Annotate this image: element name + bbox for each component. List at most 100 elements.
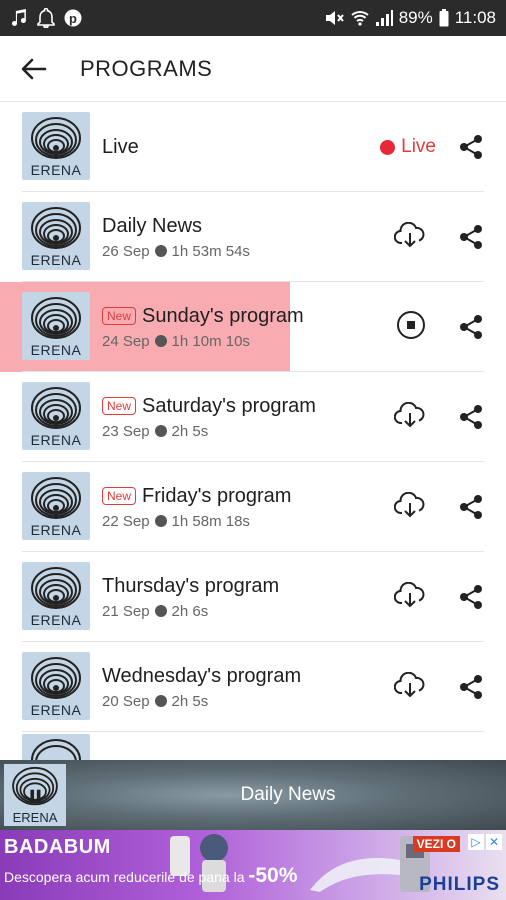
ad-banner[interactable]: BADABUM Descopera acum reducerile de pan… bbox=[0, 830, 506, 900]
share-icon bbox=[460, 675, 482, 699]
player-thumbnail[interactable]: ERENA bbox=[4, 764, 66, 826]
download-button[interactable] bbox=[393, 221, 426, 253]
radio-logo-icon bbox=[31, 657, 81, 699]
live-row[interactable]: ERENA Live Live bbox=[0, 102, 506, 192]
signal-icon bbox=[375, 9, 393, 27]
share-button[interactable] bbox=[454, 282, 488, 372]
download-button[interactable] bbox=[393, 491, 426, 523]
radio-logo-icon bbox=[31, 207, 81, 249]
program-title: Saturday's program bbox=[142, 394, 316, 417]
program-duration: 1h 53m 54s bbox=[171, 242, 250, 260]
pause-icon bbox=[30, 789, 35, 803]
program-thumbnail bbox=[22, 734, 90, 760]
list-item[interactable]: ERENA New Saturday's program 23 Sep 2h 5… bbox=[0, 372, 506, 462]
program-thumbnail: ERENA bbox=[22, 562, 90, 630]
share-icon bbox=[460, 405, 482, 429]
close-icon: ✕ bbox=[486, 834, 502, 850]
radio-logo-icon bbox=[31, 477, 81, 519]
download-button[interactable] bbox=[393, 401, 426, 433]
program-date: 21 Sep bbox=[102, 602, 150, 620]
pinterest-icon: p bbox=[64, 9, 82, 27]
share-icon bbox=[460, 225, 482, 249]
radio-logo-icon bbox=[12, 766, 58, 806]
list-item[interactable]: ERENA New Sunday's program 24 Sep 1h 10m… bbox=[0, 282, 506, 372]
battery-icon bbox=[439, 9, 449, 27]
back-button[interactable] bbox=[0, 36, 68, 102]
list-item[interactable]: ERENA Daily News 26 Sep 1h 53m 54s bbox=[0, 192, 506, 282]
stop-button[interactable] bbox=[396, 310, 426, 345]
share-button[interactable] bbox=[454, 192, 488, 282]
program-title: Thursday's program bbox=[102, 574, 280, 597]
share-icon bbox=[460, 315, 482, 339]
thumbnail-brand: ERENA bbox=[30, 432, 82, 448]
program-duration: 1h 10m 10s bbox=[171, 332, 250, 350]
share-icon bbox=[460, 135, 482, 159]
cloud-download-icon bbox=[393, 401, 425, 427]
radio-logo-icon bbox=[31, 297, 81, 339]
separator-dot bbox=[154, 425, 167, 437]
music-note-icon bbox=[12, 9, 28, 27]
ad-text: Descopera acum reducerile de pana la -50… bbox=[4, 864, 298, 887]
share-button[interactable] bbox=[454, 102, 488, 192]
program-thumbnail: ERENA bbox=[22, 382, 90, 450]
status-bar: p 89% 11:08 bbox=[0, 0, 506, 36]
list-item[interactable]: ERENA Wednesday's program 20 Sep 2h 5s bbox=[0, 642, 506, 732]
clock: 11:08 bbox=[454, 8, 496, 27]
separator-dot bbox=[154, 515, 167, 527]
share-icon bbox=[460, 585, 482, 609]
live-indicator: Live bbox=[380, 136, 436, 158]
thumbnail-brand: ERENA bbox=[30, 612, 82, 628]
arrow-left-icon bbox=[21, 58, 47, 79]
program-date: 20 Sep bbox=[102, 692, 150, 710]
download-button[interactable] bbox=[393, 671, 426, 703]
live-dot-icon bbox=[380, 139, 396, 155]
adchoices-icon: ▷ bbox=[468, 834, 484, 850]
program-title: Wednesday's program bbox=[102, 664, 302, 687]
cloud-download-icon bbox=[393, 221, 425, 247]
program-thumbnail: ERENA bbox=[22, 652, 90, 720]
mini-player[interactable]: ERENA Daily News bbox=[0, 760, 506, 830]
ad-brand: BADABUM bbox=[4, 836, 111, 858]
list-item-partial bbox=[0, 732, 506, 760]
thumbnail-brand: ERENA bbox=[30, 252, 82, 268]
radio-logo-icon bbox=[31, 387, 81, 429]
radio-logo-icon bbox=[31, 117, 81, 159]
program-date: 23 Sep bbox=[102, 422, 150, 440]
page-title: PROGRAMS bbox=[80, 55, 213, 81]
separator-dot bbox=[154, 605, 167, 617]
ad-cta[interactable]: VEZI O bbox=[412, 836, 460, 852]
list-item[interactable]: ERENA Thursday's program 21 Sep 2h 6s bbox=[0, 552, 506, 642]
thumbnail-brand: ERENA bbox=[30, 522, 82, 538]
share-icon bbox=[460, 495, 482, 519]
list-item[interactable]: ERENA New Friday's program 22 Sep 1h 58m… bbox=[0, 462, 506, 552]
mute-icon bbox=[325, 9, 345, 27]
cloud-download-icon bbox=[393, 491, 425, 517]
program-list[interactable]: ERENA Live Live ERENA Daily News 26 Sep … bbox=[0, 102, 506, 760]
wifi-icon bbox=[351, 9, 369, 27]
bell-icon bbox=[37, 8, 55, 28]
new-badge: New bbox=[102, 397, 137, 415]
share-button[interactable] bbox=[454, 552, 488, 642]
new-badge: New bbox=[102, 487, 137, 505]
ad-choices[interactable]: ▷ ✕ bbox=[468, 834, 502, 850]
cloud-download-icon bbox=[393, 671, 425, 697]
program-duration: 2h 6s bbox=[171, 602, 209, 620]
share-button[interactable] bbox=[454, 642, 488, 732]
thumbnail-brand: ERENA bbox=[30, 162, 82, 178]
program-thumbnail: ERENA bbox=[22, 472, 90, 540]
radio-logo-icon bbox=[31, 739, 81, 760]
cloud-download-icon bbox=[393, 581, 425, 607]
separator-dot bbox=[154, 245, 167, 257]
share-button[interactable] bbox=[454, 372, 488, 462]
program-title: Daily News bbox=[102, 214, 203, 237]
share-button[interactable] bbox=[454, 462, 488, 552]
thumbnail-brand: ERENA bbox=[30, 702, 82, 718]
now-playing-title: Daily News bbox=[240, 784, 336, 805]
program-date: 26 Sep bbox=[102, 242, 150, 260]
program-date: 22 Sep bbox=[102, 512, 150, 530]
program-duration: 1h 58m 18s bbox=[171, 512, 250, 530]
stop-icon bbox=[397, 310, 425, 339]
download-button[interactable] bbox=[393, 581, 426, 613]
program-thumbnail: ERENA bbox=[22, 292, 90, 360]
program-title: Sunday's program bbox=[142, 304, 304, 327]
